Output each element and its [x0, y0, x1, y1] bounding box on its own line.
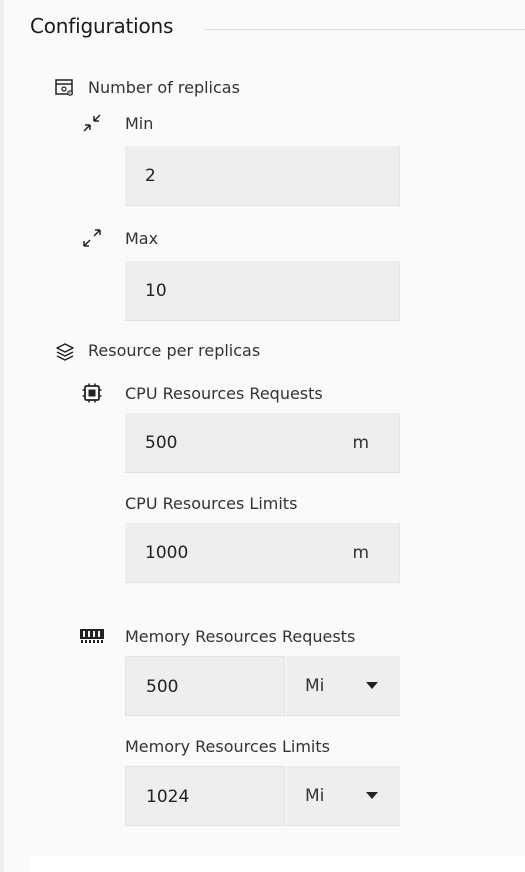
memory-limits-unit-select[interactable]: Mi — [286, 766, 400, 826]
memory-limits-label: Memory Resources Limits — [125, 737, 330, 756]
cpu-chip-icon — [82, 383, 102, 403]
caret-down-icon — [366, 682, 378, 689]
min-replicas-value: 2 — [145, 166, 156, 186]
memory-requests-label: Memory Resources Requests — [125, 627, 356, 646]
cpu-limits-input[interactable]: 1000 m — [125, 523, 400, 583]
cpu-requests-value: 500 — [145, 433, 178, 453]
cpu-limits-label: CPU Resources Limits — [125, 494, 298, 513]
min-replicas-input[interactable]: 2 — [125, 146, 400, 206]
memory-requests-unit-select[interactable]: Mi — [286, 656, 400, 716]
cpu-requests-unit: m — [352, 433, 369, 453]
resources-group-label: Resource per replicas — [88, 341, 261, 360]
left-rail — [0, 0, 4, 872]
memory-requests-field: 500 Mi — [125, 656, 400, 716]
configurations-panel: Configurations Number of replicas Min 2 … — [0, 0, 525, 872]
min-label: Min — [125, 114, 154, 133]
memory-module-icon — [80, 629, 104, 643]
replica-settings-icon — [55, 79, 73, 96]
cpu-limits-value: 1000 — [145, 543, 189, 563]
collapse-arrows-icon — [83, 114, 101, 132]
max-replicas-input[interactable]: 10 — [125, 261, 400, 321]
memory-requests-value: 500 — [146, 677, 179, 697]
max-replicas-value: 10 — [145, 281, 167, 301]
section-title: Configurations — [30, 14, 174, 38]
cpu-requests-input[interactable]: 500 m — [125, 413, 400, 473]
memory-requests-input[interactable]: 500 — [125, 656, 285, 716]
memory-requests-unit: Mi — [305, 676, 325, 696]
title-divider — [204, 29, 525, 30]
max-label: Max — [125, 229, 159, 248]
memory-limits-input[interactable]: 1024 — [125, 766, 285, 826]
layers-icon — [56, 343, 74, 361]
expand-arrows-icon — [83, 229, 101, 247]
footer-area — [30, 856, 525, 872]
cpu-requests-label: CPU Resources Requests — [125, 384, 323, 403]
caret-down-icon — [366, 792, 378, 799]
memory-limits-value: 1024 — [146, 787, 190, 807]
memory-limits-unit: Mi — [305, 786, 325, 806]
memory-limits-field: 1024 Mi — [125, 766, 400, 826]
cpu-limits-unit: m — [352, 543, 369, 563]
replicas-group-label: Number of replicas — [88, 78, 240, 97]
